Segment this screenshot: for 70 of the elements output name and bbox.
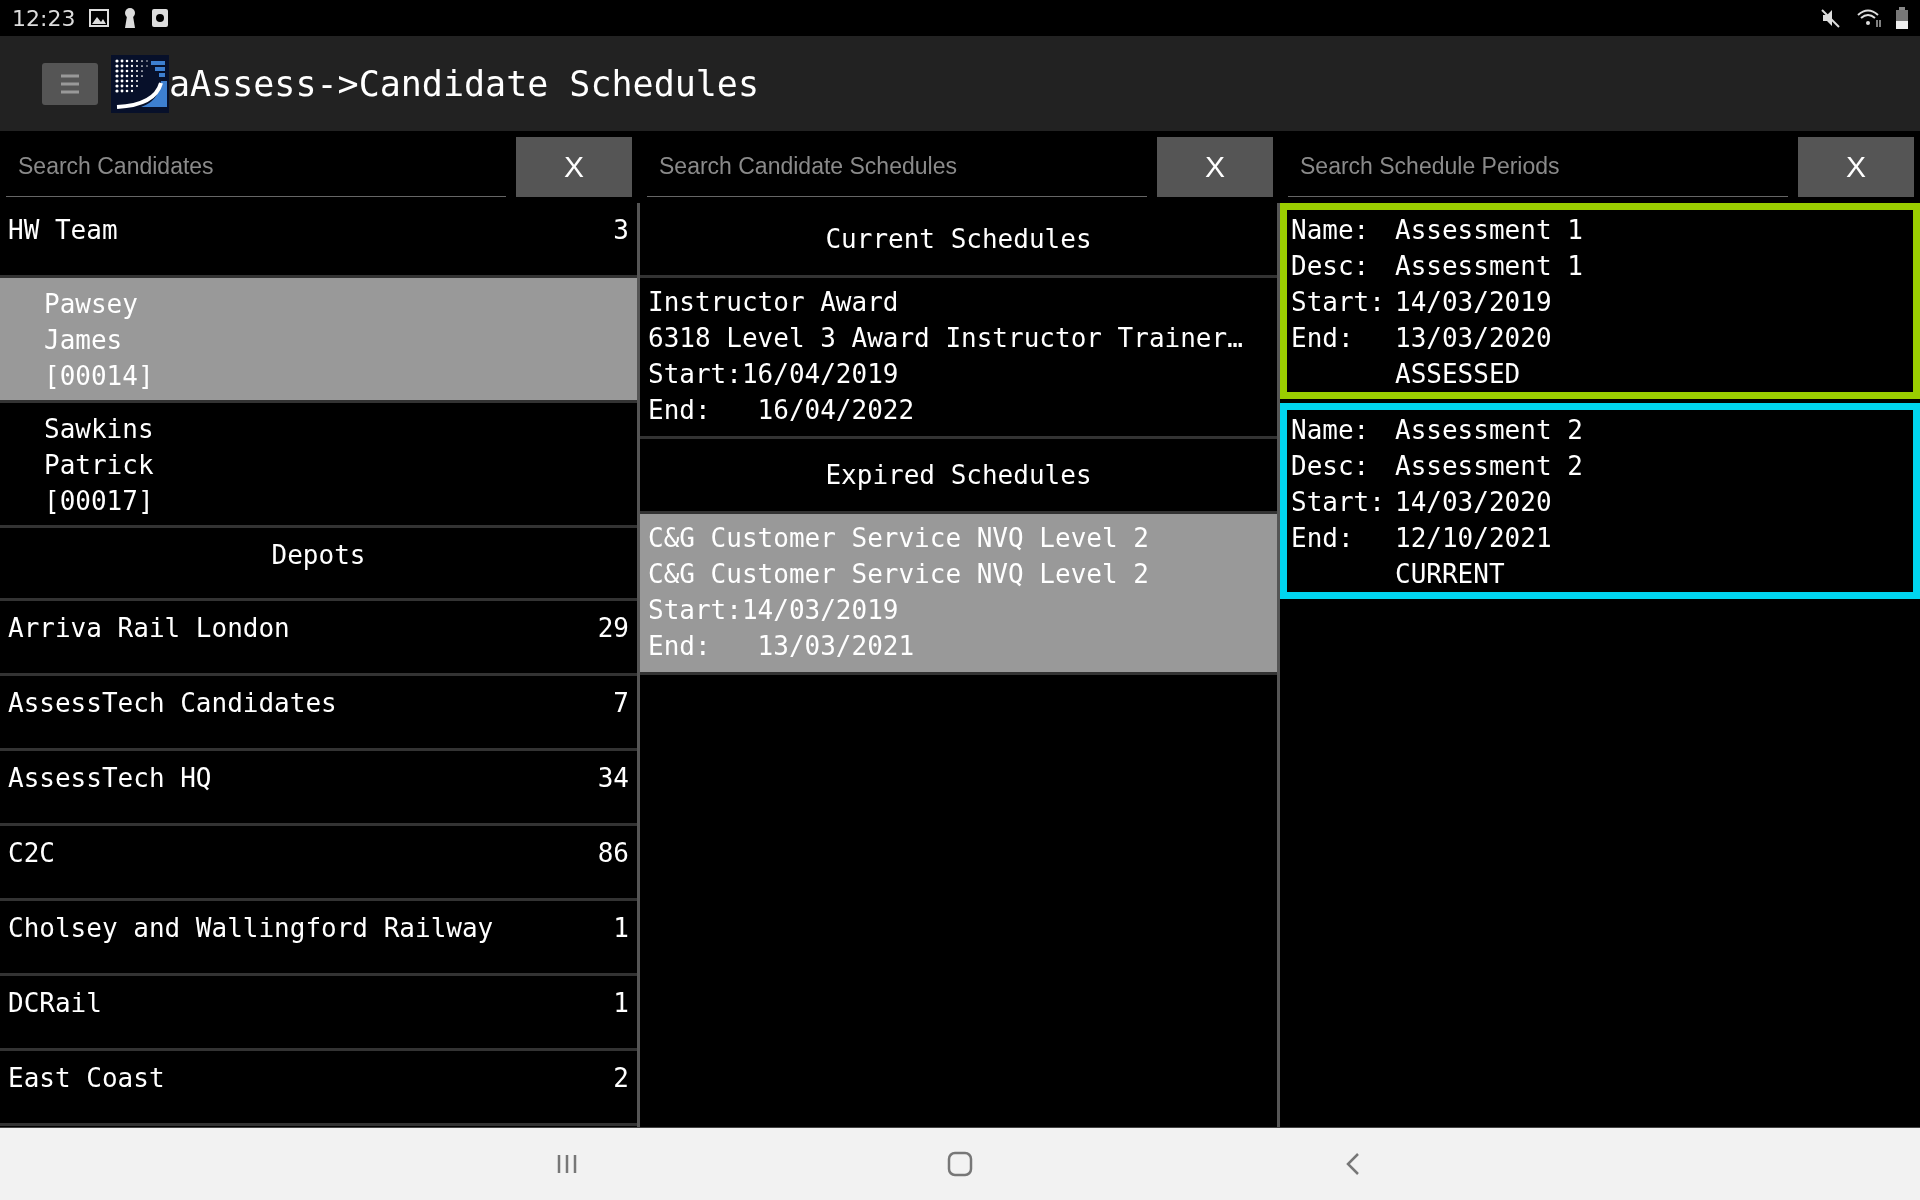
candidate-text: Pawsey <box>44 288 139 321</box>
search-field[interactable]: Search Candidate Schedules <box>647 137 1147 197</box>
field-label: Start: <box>1291 286 1386 319</box>
clock-badge-icon <box>151 8 170 28</box>
schedule-text: C&G Customer Service NVQ Level 2 <box>648 558 1150 591</box>
status-time: 12:23 <box>12 5 76 31</box>
field-value: 14/03/2019 <box>1395 286 1553 319</box>
field-value: Assessment 2 <box>1395 414 1584 447</box>
field-value: Assessment 1 <box>1395 250 1584 283</box>
group-count: 1 <box>613 913 629 943</box>
home-icon[interactable] <box>947 1151 973 1177</box>
field-value: 14/03/2020 <box>1395 486 1553 519</box>
clear-button[interactable]: X <box>1157 137 1273 197</box>
field-label: Name: <box>1291 414 1371 447</box>
image-icon <box>89 9 110 27</box>
recent-apps-icon[interactable] <box>555 1153 578 1175</box>
search-field[interactable]: Search Schedule Periods <box>1288 137 1788 197</box>
app-logo-icon <box>111 54 169 113</box>
group-count: 29 <box>597 613 629 643</box>
group-name: East Coast <box>8 1063 165 1093</box>
schedule-text: Start:14/03/2019 <box>648 594 900 627</box>
back-icon[interactable] <box>1345 1152 1362 1176</box>
period-card[interactable]: Name: Assessment 2 Desc: Assessment 2 Start: 14/03/2020 End: 12/10/2021 CURRENT <box>1280 403 1920 599</box>
mute-icon <box>1820 8 1842 28</box>
group-name: AssessTech Candidates <box>8 688 337 718</box>
group-name: AssessTech HQ <box>8 763 212 793</box>
group-count: 1 <box>613 988 629 1018</box>
candidate-text: James <box>44 324 124 357</box>
period-status: ASSESSED <box>1395 358 1522 391</box>
menu-button[interactable] <box>42 62 98 105</box>
field-label: Name: <box>1291 214 1371 247</box>
candidate-text: [00017] <box>44 485 155 518</box>
schedule-text: End: 16/04/2022 <box>648 394 916 427</box>
field-label: End: <box>1291 322 1355 355</box>
menu-icon <box>61 73 79 94</box>
field-value: 12/10/2021 <box>1395 522 1553 555</box>
schedule-text: End: 13/03/2021 <box>648 630 916 663</box>
period-card[interactable]: Name: Assessment 1 Desc: Assessment 1 Start: 14/03/2019 End: 13/03/2020 ASSESSED <box>1280 203 1920 399</box>
candidate-text: Patrick <box>44 449 155 482</box>
candidate-text: Sawkins <box>44 413 155 446</box>
schedule-text: Start:16/04/2019 <box>648 358 900 391</box>
schedule-text: 6318 Level 3 Award Instructor Trainer… <box>648 322 1244 355</box>
group-count: 34 <box>597 763 629 793</box>
field-label: Desc: <box>1291 250 1371 283</box>
group-name: C2C <box>8 838 55 868</box>
schedule-text: Instructor Award <box>648 286 900 319</box>
candidate-text: [00014] <box>44 360 155 393</box>
wifi-icon <box>1856 8 1882 28</box>
group-name: HW Team <box>8 215 118 245</box>
field-value: Assessment 2 <box>1395 450 1584 483</box>
group-count: 2 <box>613 1063 629 1093</box>
keyhole-icon <box>123 7 138 29</box>
field-label: Desc: <box>1291 450 1371 483</box>
field-value: 13/03/2020 <box>1395 322 1553 355</box>
period-status: CURRENT <box>1395 558 1506 591</box>
group-name: Arriva Rail London <box>8 613 290 643</box>
search-field[interactable]: Search Candidates <box>6 137 506 197</box>
window-title: aAssess->Candidate Schedules <box>169 63 759 104</box>
battery-icon <box>1896 7 1908 29</box>
group-count: 3 <box>613 215 629 245</box>
group-count: 86 <box>597 838 629 868</box>
clear-button[interactable]: X <box>1798 137 1914 197</box>
field-value: Assessment 1 <box>1395 214 1584 247</box>
group-count: 7 <box>613 688 629 718</box>
group-name: Cholsey and Wallingford Railway <box>8 913 494 943</box>
schedule-text: C&G Customer Service NVQ Level 2 <box>648 522 1150 555</box>
field-label: End: <box>1291 522 1355 555</box>
group-name: DCRail <box>8 988 102 1018</box>
field-label: Start: <box>1291 486 1386 519</box>
clear-button[interactable]: X <box>516 137 632 197</box>
